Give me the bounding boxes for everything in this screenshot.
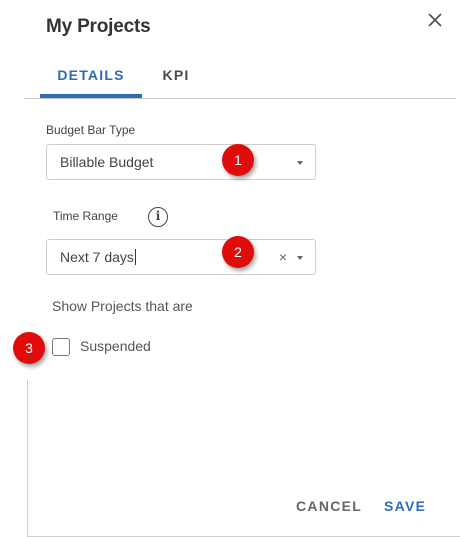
dialog-left-border	[27, 380, 28, 537]
info-icon[interactable]: i	[148, 207, 168, 227]
chevron-down-icon[interactable]	[297, 161, 303, 165]
tab-bar: DETAILS KPI	[24, 62, 456, 99]
suspended-label[interactable]: Suspended	[80, 338, 151, 354]
budget-bar-type-label: Budget Bar Type	[46, 123, 136, 137]
active-tab-indicator	[40, 94, 142, 98]
suspended-checkbox[interactable]	[52, 338, 70, 356]
cancel-button[interactable]: CANCEL	[296, 498, 362, 514]
show-projects-heading: Show Projects that are	[52, 298, 193, 314]
time-range-select[interactable]: Next 7 days ×	[46, 239, 316, 275]
annotation-badge-1: 1	[222, 144, 254, 176]
my-projects-dialog: My Projects DETAILS KPI Budget Bar Type …	[0, 0, 460, 537]
annotation-badge-3: 3	[13, 332, 45, 364]
time-range-label: Time Range	[53, 209, 118, 223]
close-icon[interactable]	[424, 9, 446, 31]
annotation-badge-2: 2	[222, 236, 254, 268]
text-cursor	[134, 249, 136, 265]
clear-icon[interactable]: ×	[279, 249, 287, 265]
time-range-input[interactable]: Next 7 days	[60, 249, 136, 265]
budget-bar-type-select[interactable]: Billable Budget	[46, 144, 316, 180]
tab-kpi[interactable]: KPI	[146, 62, 206, 99]
time-range-value: Next 7 days	[60, 249, 134, 265]
chevron-down-icon[interactable]	[297, 256, 303, 260]
budget-bar-type-value: Billable Budget	[60, 154, 154, 170]
dialog-title: My Projects	[46, 16, 151, 37]
save-button[interactable]: SAVE	[384, 498, 426, 514]
